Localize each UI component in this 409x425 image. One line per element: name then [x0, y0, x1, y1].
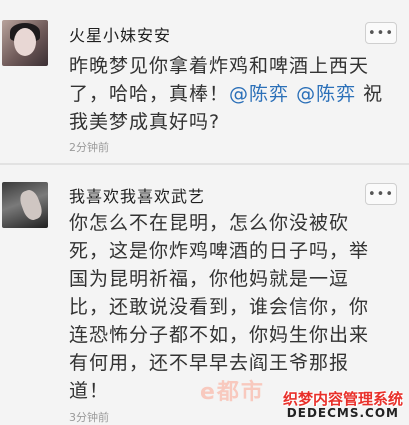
- watermark-domain: DEDECMS.COM: [286, 406, 399, 420]
- username[interactable]: 火星小妹安安: [69, 22, 171, 46]
- avatar[interactable]: [2, 182, 48, 228]
- more-options-button[interactable]: •••: [365, 22, 397, 44]
- username[interactable]: 我喜欢我喜欢武艺: [69, 183, 205, 207]
- more-options-button[interactable]: •••: [365, 183, 397, 205]
- avatar[interactable]: [2, 20, 48, 66]
- avatar-face-shape: [14, 28, 36, 56]
- mention-link[interactable]: @陈弈: [229, 83, 289, 105]
- avatar-figure-shape: [17, 187, 45, 223]
- timestamp: 2分钟前: [69, 141, 109, 154]
- mention-link[interactable]: @陈弈: [296, 83, 356, 105]
- comment-item: 火星小妹安安 ••• 昨晚梦见你拿着炸鸡和啤酒上西天了，哈哈，真棒！@陈弈 @陈…: [0, 0, 409, 163]
- watermark-logo: e都市: [200, 380, 265, 405]
- comment-text: 昨晚梦见你拿着炸鸡和啤酒上西天了，哈哈，真棒！@陈弈 @陈弈 祝我美梦成真好吗?: [69, 52, 387, 136]
